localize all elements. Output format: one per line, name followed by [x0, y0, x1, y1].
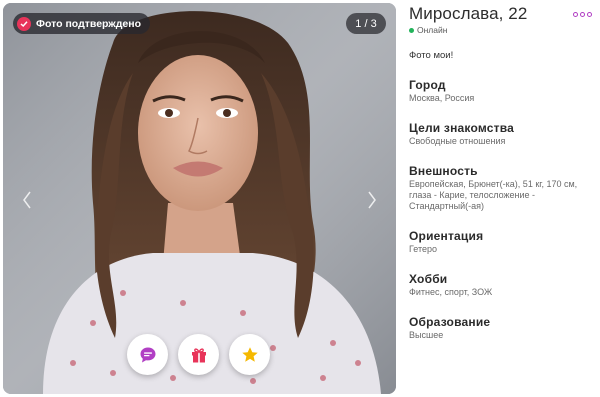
message-button[interactable]	[127, 334, 168, 375]
section-value: Европейская, Брюнет(-ка), 51 кг, 170 см,…	[409, 179, 578, 211]
section-value: Гетеро	[409, 244, 438, 254]
section-title: Внешность	[409, 164, 478, 178]
profile-about: Фото мои!	[409, 50, 454, 61]
section-education: Образование Высшее	[409, 315, 597, 341]
section-value: Москва, Россия	[409, 93, 475, 103]
section-value: Фитнес, спорт, ЗОЖ	[409, 287, 493, 297]
profile-info: Мирослава, 22 Онлайн Фото мои! Город Мос…	[409, 4, 597, 341]
section-title: Хобби	[409, 272, 448, 286]
gift-icon	[191, 347, 206, 362]
online-status: Онлайн	[409, 25, 597, 35]
online-dot-icon	[409, 27, 414, 33]
star-icon	[241, 346, 258, 362]
check-icon	[17, 16, 31, 31]
photo-counter: 1 / 3	[346, 13, 386, 34]
section-hobbies: Хобби Фитнес, спорт, ЗОЖ	[409, 272, 597, 298]
section-value: Свободные отношения	[409, 136, 506, 146]
favorite-button[interactable]	[229, 334, 270, 375]
section-title: Цели знакомства	[409, 121, 514, 135]
section-title: Ориентация	[409, 229, 484, 243]
photo-actions	[127, 334, 270, 375]
more-options-icon[interactable]	[571, 10, 594, 19]
section-title: Образование	[409, 315, 491, 329]
gift-button[interactable]	[178, 334, 219, 375]
photo-verified-badge: Фото подтверждено	[13, 13, 151, 34]
section-goals: Цели знакомства Свободные отношения	[409, 121, 597, 147]
photo-verified-label: Фото подтверждено	[36, 17, 142, 30]
section-appearance: Внешность Европейская, Брюнет(-ка), 51 к…	[409, 164, 597, 212]
chevron-left-icon[interactable]	[17, 185, 37, 215]
chevron-right-icon[interactable]	[362, 185, 382, 215]
profile-photo-carousel[interactable]: Фото подтверждено 1 / 3	[3, 3, 396, 394]
section-value: Высшее	[409, 330, 444, 340]
online-status-label: Онлайн	[417, 25, 448, 35]
profile-name: Мирослава, 22	[409, 4, 528, 23]
chat-bubble-icon	[140, 347, 155, 362]
section-orientation: Ориентация Гетеро	[409, 229, 597, 255]
section-city: Город Москва, Россия	[409, 78, 597, 104]
section-title: Город	[409, 78, 446, 92]
